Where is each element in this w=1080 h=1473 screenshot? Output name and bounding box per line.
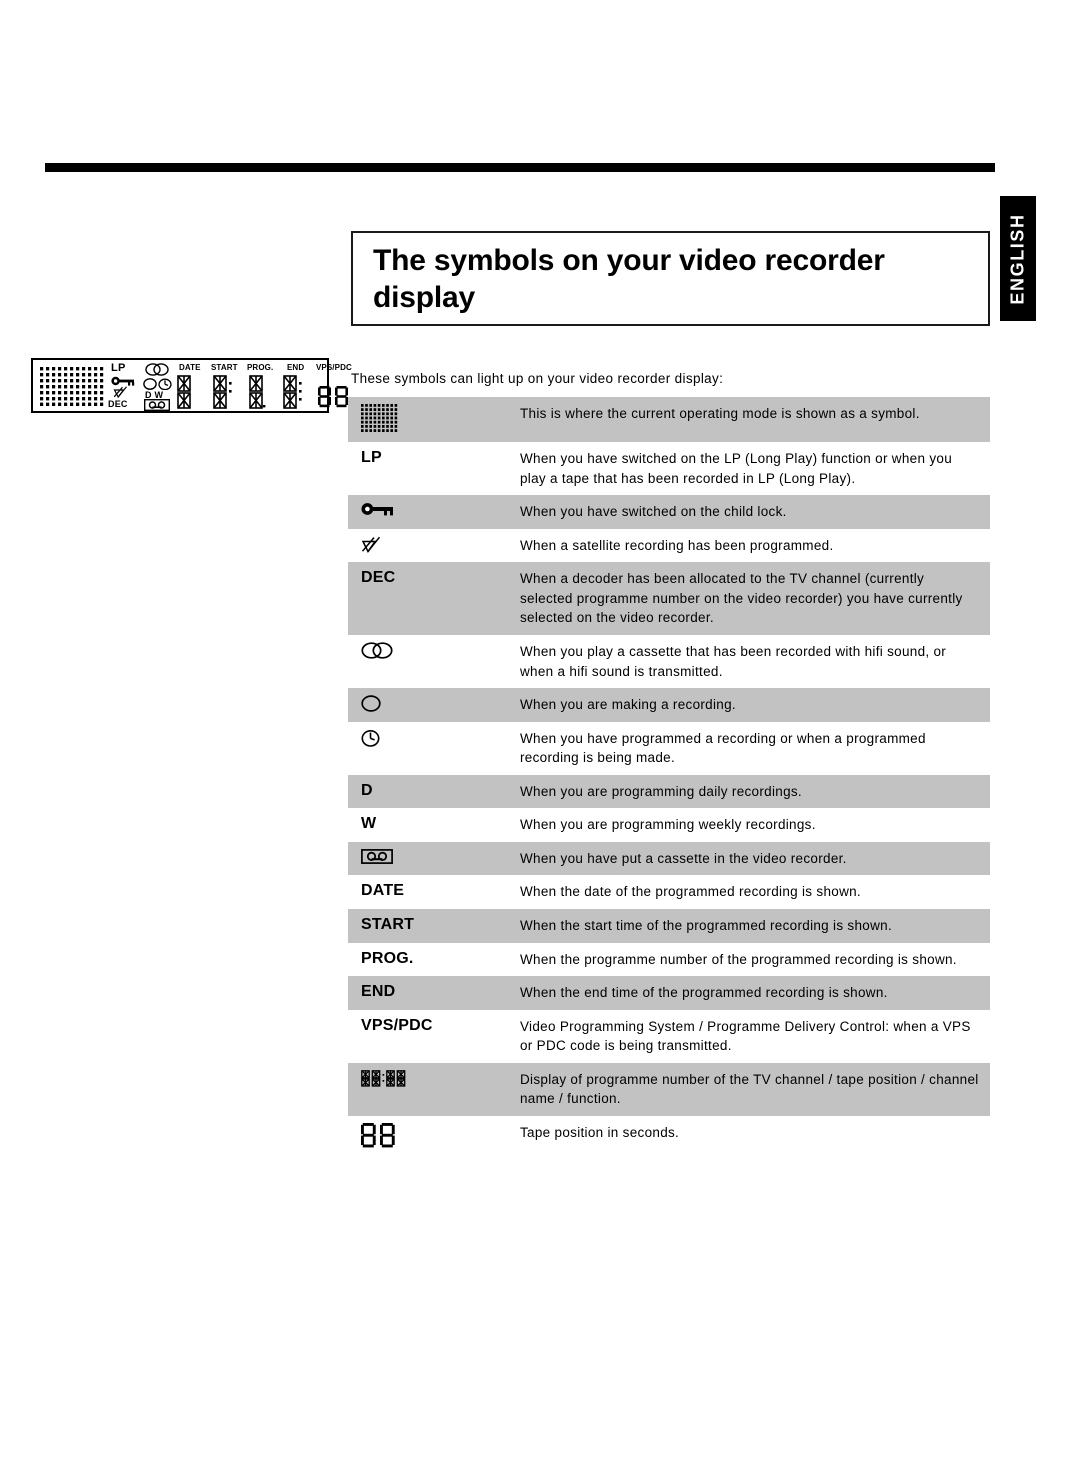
symbol-description: Video Programming System / Programme Del… <box>520 1018 971 1054</box>
table-row: When you have put a cassette in the vide… <box>348 841 990 876</box>
display-dec-label: DEC <box>108 399 128 409</box>
table-row: PROG. When the programme number of the pr… <box>348 942 990 977</box>
segment-digit-pair-end <box>283 375 313 409</box>
dot-matrix-icon <box>40 367 104 406</box>
hifi-icon <box>145 363 169 376</box>
table-row: When you have programmed a recording or … <box>348 721 990 775</box>
symbol-cell: LP <box>348 449 520 467</box>
symbol-cell: DEC <box>348 569 520 587</box>
symbol-cell <box>348 729 520 747</box>
satellite-dish-icon <box>113 386 128 399</box>
table-row: This is where the current operating mode… <box>348 397 990 442</box>
symbol-label: END <box>361 983 396 1001</box>
symbol-cell <box>348 404 520 435</box>
segment-digits-large-icon <box>361 1122 399 1148</box>
video-recorder-display-figure: LP DEC DW DATE START PROG. END VPS/PDC <box>31 358 352 413</box>
language-tab-label: ENGLISH <box>1007 212 1028 305</box>
symbol-cell <box>348 695 520 712</box>
symbol-description: When you have put a cassette in the vide… <box>520 850 847 866</box>
segment-digit-pair-prog <box>249 375 279 409</box>
symbol-description: When a satellite recording has been prog… <box>520 537 834 553</box>
hifi-icon <box>361 642 393 659</box>
symbol-description: When the end time of the programmed reco… <box>520 985 888 1001</box>
symbol-cell <box>348 848 520 866</box>
symbol-label: D <box>361 781 373 799</box>
table-row: VPS/PDC Video Programming System / Progra… <box>348 1009 990 1063</box>
symbol-cell: W <box>348 815 520 833</box>
symbol-cell <box>348 502 520 519</box>
symbol-description: Display of programme number of the TV ch… <box>520 1071 979 1107</box>
symbol-description: When you have programmed a recording or … <box>520 730 926 766</box>
key-icon <box>361 502 395 516</box>
symbol-description: When the date of the programmed recordin… <box>520 884 861 900</box>
symbol-label: LP <box>361 449 382 466</box>
symbol-description: When the start time of the programmed re… <box>520 918 893 933</box>
symbol-description: When you play a cassette that has been r… <box>520 643 947 679</box>
symbol-description: When you are making a recording. <box>520 697 736 713</box>
symbol-description: When you have switched on the LP (Long P… <box>520 451 953 486</box>
clock-icon <box>158 378 172 390</box>
symbol-table: This is where the current operating mode… <box>348 397 990 1155</box>
segment-digits-small-icon <box>361 1069 407 1088</box>
symbol-label: VPS/PDC <box>361 1016 433 1034</box>
table-row: When a satellite recording has been prog… <box>348 528 990 563</box>
symbol-label: DATE <box>361 882 405 900</box>
table-row: START When the start time of the programm… <box>348 909 990 943</box>
key-icon <box>111 376 135 386</box>
clock-icon <box>361 729 380 747</box>
symbol-label: DEC <box>361 569 396 587</box>
symbol-cell <box>348 642 520 659</box>
symbol-cell: PROG. <box>348 950 520 968</box>
page-title: The symbols on your video recorder displ… <box>373 244 885 315</box>
table-row: Display of programme number of the TV ch… <box>348 1062 990 1116</box>
symbol-cell <box>348 1069 520 1088</box>
table-row: W When you are programming weekly recordi… <box>348 808 990 842</box>
intro-text: These symbols can light up on your video… <box>351 371 724 386</box>
page-title-box: The symbols on your video recorder displ… <box>351 231 990 326</box>
symbol-description: When the programme number of the program… <box>520 951 957 967</box>
symbol-label: START <box>361 916 415 933</box>
table-row: D When you are programming daily recordin… <box>348 774 990 809</box>
symbol-cell <box>348 536 520 555</box>
table-row: LP When you have switched on the LP (Long… <box>348 442 990 496</box>
satellite-dish-icon <box>361 536 381 555</box>
symbol-description: When a decoder has been allocated to the… <box>520 571 963 626</box>
display-label-prog: PROG. <box>247 363 274 372</box>
display-lp-label: LP <box>111 362 126 374</box>
symbol-description: When you have switched on the child lock… <box>520 504 787 520</box>
symbol-cell: START <box>348 916 520 934</box>
symbol-description: When you are programming weekly recordin… <box>520 817 816 833</box>
table-row: When you are making a recording. <box>348 688 990 722</box>
symbol-cell: VPS/PDC <box>348 1017 520 1035</box>
symbol-cell: DATE <box>348 882 520 900</box>
cassette-icon <box>144 399 170 411</box>
table-row: DATE When the date of the programmed reco… <box>348 875 990 909</box>
dot-matrix-icon <box>361 404 399 435</box>
symbol-description: This is where the current operating mode… <box>520 406 920 421</box>
symbol-cell <box>348 1122 520 1148</box>
language-tab-english: ENGLISH <box>1000 196 1036 321</box>
display-label-end: END <box>287 363 305 372</box>
segment-digit-pair-vpspdc <box>318 386 352 408</box>
symbol-label: W <box>361 815 377 833</box>
symbol-cell: END <box>348 983 520 1001</box>
segment-digit-pair-start <box>213 375 243 409</box>
segment-digit-pair-date <box>177 375 207 409</box>
symbol-label: PROG. <box>361 949 414 967</box>
table-row: END When the end time of the programmed r… <box>348 976 990 1010</box>
display-label-vpspdc: VPS/PDC <box>316 363 352 372</box>
symbol-description: When you are programming daily recording… <box>520 783 802 799</box>
display-label-date: DATE <box>179 363 201 372</box>
table-row: When you have switched on the child lock… <box>348 495 990 529</box>
symbol-cell: D <box>348 782 520 800</box>
header-rule <box>45 163 995 172</box>
table-row: DEC When a decoder has been allocated to … <box>348 562 990 635</box>
cassette-icon <box>361 848 393 864</box>
record-icon <box>361 695 381 712</box>
record-icon <box>143 378 157 390</box>
display-label-start: START <box>211 363 238 372</box>
table-row: Tape position in seconds. <box>348 1115 990 1155</box>
table-row: When you play a cassette that has been r… <box>348 634 990 689</box>
symbol-description: Tape position in seconds. <box>520 1124 680 1140</box>
